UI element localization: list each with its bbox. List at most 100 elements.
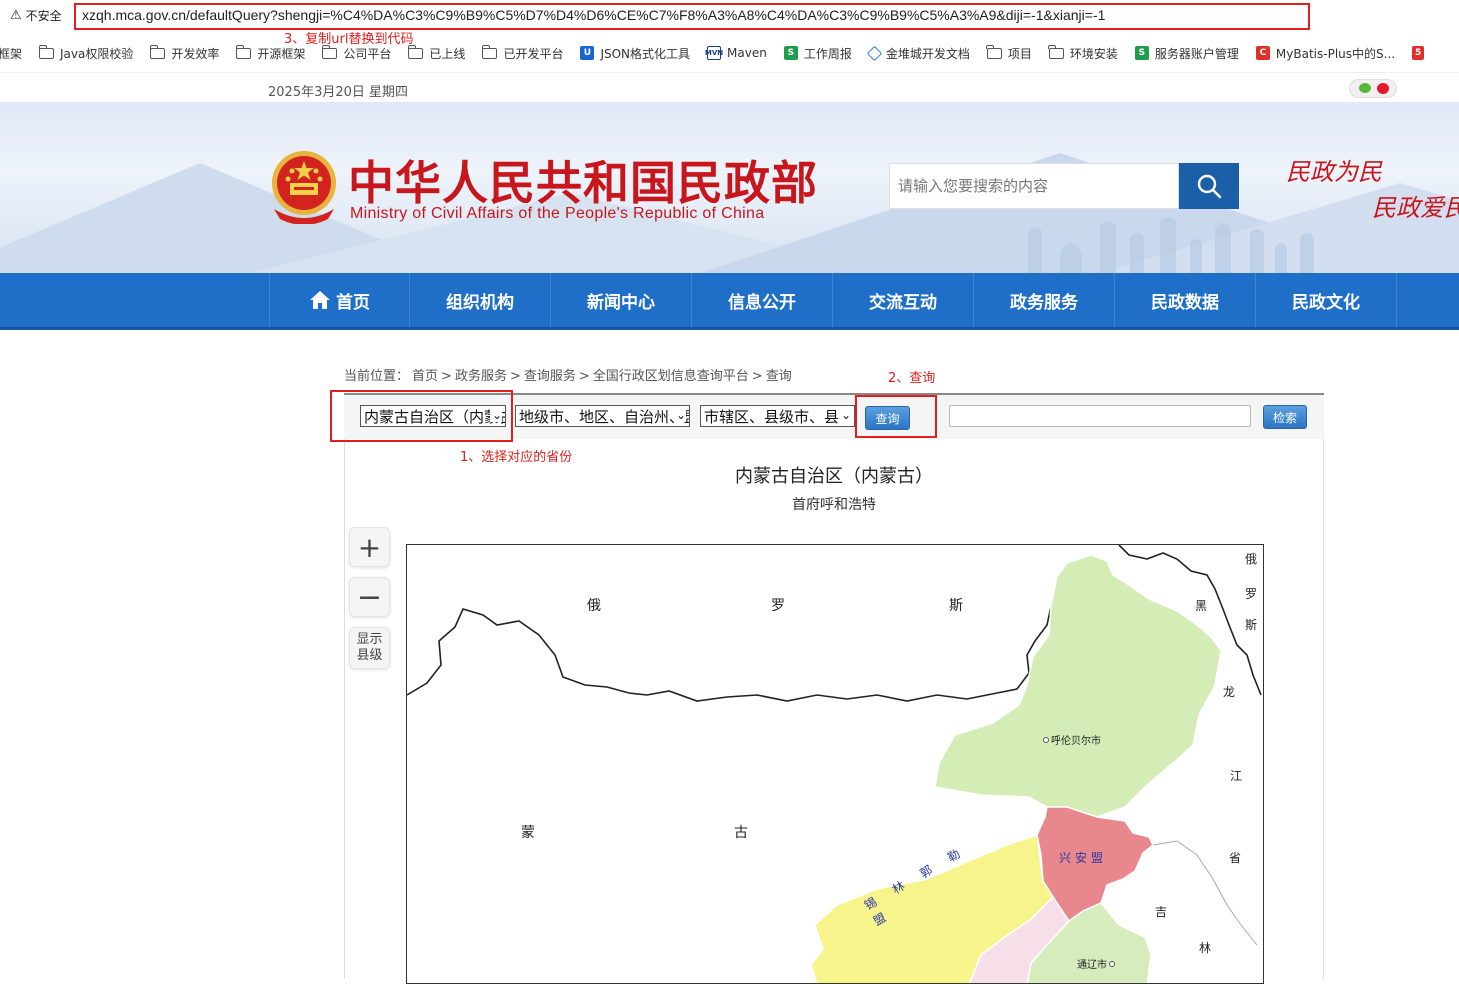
city-label-tongliao[interactable]: 通辽市 xyxy=(1077,956,1115,971)
bookmark-label: MyBatis-Plus中的S... xyxy=(1275,46,1396,61)
wechat-icon[interactable] xyxy=(1359,83,1371,93)
city-label-hulunbuir[interactable]: 呼伦贝尔市 xyxy=(1043,732,1101,747)
bookmark-label: 框架 xyxy=(0,46,23,61)
nav-item[interactable]: 首页 xyxy=(269,273,410,327)
bookmarks-bar: 框架 Java权限校验 开发效率 开源框架 公司平台 已上线 已开发平台 U JSON格式化工具… xyxy=(0,40,1459,66)
map-label-russia-e2: 罗 xyxy=(1245,587,1258,601)
nav-item[interactable]: 新闻中心 xyxy=(551,273,692,327)
site-search-button[interactable] xyxy=(1179,163,1239,209)
bookmark-item[interactable]: S 服务器账户管理 xyxy=(1134,45,1239,62)
annotation-step2: 2、查询 xyxy=(888,371,936,386)
show-county-button[interactable]: 显示县级 xyxy=(349,627,390,669)
nav-item-label: 民政数据 xyxy=(1151,292,1219,313)
breadcrumb-item[interactable]: 查询服务 xyxy=(524,369,576,384)
bookmark-item[interactable]: 框架 xyxy=(0,45,22,62)
slogan-line-1: 民政为民 xyxy=(1286,158,1382,186)
search-icon xyxy=(1197,174,1222,199)
bookmark-item[interactable]: 开发效率 xyxy=(149,44,219,62)
security-label: 不安全 xyxy=(25,9,62,23)
bookmark-item[interactable]: 开源框架 xyxy=(235,44,305,62)
bookmark-item[interactable]: Java权限校验 xyxy=(38,44,134,62)
annotation-frame-query xyxy=(855,395,937,438)
nav-item[interactable]: 民政文化 xyxy=(1256,273,1397,327)
zoom-in-button[interactable]: + xyxy=(349,527,390,567)
security-indicator[interactable]: ⚠ 不安全 xyxy=(10,7,62,24)
s-icon: S xyxy=(783,46,798,60)
nav-item[interactable]: 组织机构 xyxy=(410,273,551,327)
bookmark-item[interactable]: 已开发平台 xyxy=(481,44,564,62)
map-label-russia-2: 罗 xyxy=(771,598,785,614)
breadcrumb-item[interactable]: 首页 xyxy=(412,369,438,384)
bookmark-label: 公司平台 xyxy=(343,46,392,61)
bookmark-item[interactable]: MVN Maven xyxy=(705,46,767,60)
bookmark-item[interactable]: S 工作周报 xyxy=(783,45,852,62)
breadcrumb: 当前位置： 首页 > 政务服务 > 查询服务 > 全国行政区划信息查询平台 > 查询 xyxy=(344,365,795,384)
chevron-down-icon: ⌄ xyxy=(673,408,686,422)
bookmark-label: 项目 xyxy=(1007,46,1032,61)
breadcrumb-separator: > xyxy=(578,369,590,384)
city-select[interactable]: 地级市、地区、自治州、盟 ⌄ xyxy=(515,405,690,427)
breadcrumb-item: 查询 xyxy=(765,369,792,384)
map-label-jilin-2: 林 xyxy=(1199,941,1212,955)
site-title-english: Ministry of Civil Affairs of the People'… xyxy=(350,205,765,222)
county-select[interactable]: 市辖区、县级市、县 ⌄ xyxy=(700,405,855,427)
bookmark-item[interactable]: 环境安装 xyxy=(1048,44,1118,62)
nav-item[interactable]: 民政数据 xyxy=(1115,273,1256,327)
bookmark-item[interactable]: U JSON格式化工具 xyxy=(580,45,690,62)
social-links xyxy=(1349,79,1397,98)
breadcrumb-prefix: 当前位置： xyxy=(344,369,410,384)
main-navigation: 首页 组织机构 新闻中心 信息公开 交流互动 政务服务 民政数据 民政文化 xyxy=(0,273,1459,330)
keyword-input[interactable] xyxy=(949,405,1251,427)
bookmark-label: 金堆城开发文档 xyxy=(885,46,970,61)
doc-icon xyxy=(866,45,883,61)
map-label-heilongjiang-2: 龙 xyxy=(1223,685,1236,699)
nav-item-label: 新闻中心 xyxy=(587,292,655,313)
maven-icon: MVN xyxy=(705,46,723,60)
bookmark-overflow-icon[interactable]: 5 xyxy=(1412,46,1425,60)
zoom-out-button[interactable]: − xyxy=(349,577,390,617)
national-emblem-icon xyxy=(272,151,336,224)
region-title: 内蒙古自治区（内蒙古） xyxy=(735,466,933,487)
city-label-xingan[interactable]: 兴安盟 xyxy=(1059,849,1107,866)
bookmark-item[interactable]: 公司平台 xyxy=(321,44,392,62)
annotation-frame-province xyxy=(330,390,513,442)
retrieve-button[interactable]: 检索 xyxy=(1263,405,1307,429)
breadcrumb-item[interactable]: 全国行政区划信息查询平台 xyxy=(593,369,749,384)
site-banner: 中华人民共和国民政部 Ministry of Civil Affairs of … xyxy=(0,102,1459,273)
bookmark-item[interactable]: C MyBatis-Plus中的S... xyxy=(1255,45,1396,62)
home-icon xyxy=(310,291,330,309)
folder-icon xyxy=(149,44,166,59)
bookmark-label: 工作周报 xyxy=(803,46,852,61)
site-search-input[interactable] xyxy=(889,163,1179,209)
bookmark-item[interactable]: 金堆城开发文档 xyxy=(866,45,970,62)
json-icon: U xyxy=(580,46,595,60)
nav-item-label: 首页 xyxy=(336,292,370,313)
folder-icon xyxy=(235,44,252,59)
region-map[interactable]: 俄 罗 斯 蒙 古 俄 罗 斯 黑 龙 江 省 吉 林 呼伦贝尔市 兴安盟 锡林… xyxy=(406,544,1264,984)
site-title[interactable]: 中华人民共和国民政部 xyxy=(348,147,818,213)
url-field[interactable]: xzqh.mca.gov.cn/defaultQuery?shengji=%C4… xyxy=(74,3,1310,30)
breadcrumb-item[interactable]: 政务服务 xyxy=(455,369,507,384)
map-label-russia-3: 斯 xyxy=(949,598,963,614)
city-dot-icon xyxy=(1109,960,1115,967)
bookmark-label: 已开发平台 xyxy=(503,46,564,61)
nav-item-label: 民政文化 xyxy=(1292,292,1360,313)
bookmark-label: 环境安装 xyxy=(1069,46,1118,61)
nav-item-label: 政务服务 xyxy=(1010,292,1078,313)
weibo-icon[interactable] xyxy=(1377,83,1389,94)
folder-icon xyxy=(321,44,338,59)
nav-item[interactable]: 交流互动 xyxy=(833,273,974,327)
folder-icon xyxy=(481,44,498,59)
bookmark-label: Java权限校验 xyxy=(60,46,134,61)
nav-item[interactable]: 政务服务 xyxy=(974,273,1115,327)
breadcrumb-separator: > xyxy=(441,369,452,384)
bookmark-item[interactable]: 已上线 xyxy=(407,44,465,62)
region-hulunbuir xyxy=(934,554,1222,818)
bookmark-item[interactable]: 项目 xyxy=(986,44,1032,62)
folder-icon xyxy=(1048,44,1064,59)
date-bar: 2025年3月20日 星期四 xyxy=(0,72,1459,102)
folder-icon xyxy=(38,44,55,59)
nav-item[interactable]: 信息公开 xyxy=(692,273,833,327)
folder-icon xyxy=(986,44,1002,59)
s-icon: S xyxy=(1134,46,1149,60)
